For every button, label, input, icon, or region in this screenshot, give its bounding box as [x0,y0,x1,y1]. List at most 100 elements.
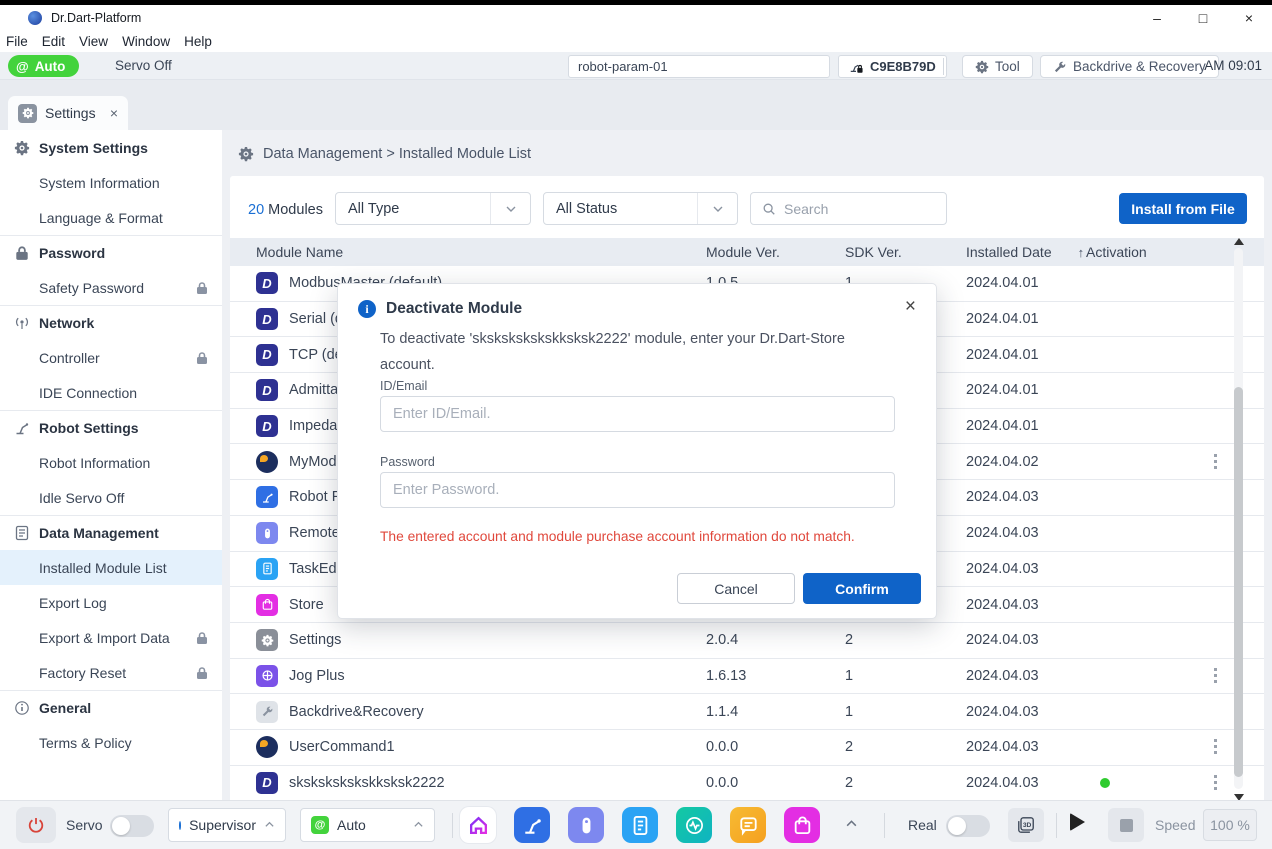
robot-icon [14,420,30,436]
confirm-button[interactable]: Confirm [803,573,921,604]
table-scrollbar[interactable] [1232,238,1245,801]
sidebar-section-general[interactable]: General [0,690,222,725]
message-icon[interactable] [730,807,766,843]
sdk-version: 2 [845,632,966,648]
sidebar-item-label: Idle Servo Off [39,490,124,506]
robot-id-badge[interactable]: C9E8B79D [838,55,947,78]
sidebar-item-terms-policy[interactable]: Terms & Policy [0,725,222,760]
sidebar-item-system-information[interactable]: System Information [0,165,222,200]
sidebar-item-factory-reset[interactable]: Factory Reset [0,655,222,690]
menu-view[interactable]: View [79,34,108,49]
installed-date: 2024.04.01 [966,382,1086,398]
status-filter-dropdown[interactable]: All Status [543,192,738,225]
mode-dropdown[interactable]: @ Auto [300,808,435,842]
module-name: Jog Plus [289,668,345,684]
dialog-close-icon[interactable]: × [905,296,916,318]
module-d-icon: D [256,415,278,437]
scrollbar-thumb[interactable] [1234,387,1243,777]
monitoring-icon[interactable] [676,807,712,843]
sidebar-item-robot-information[interactable]: Robot Information [0,445,222,480]
password-field[interactable] [380,472,895,508]
sidebar-item-label: Language & Format [39,210,163,226]
installed-date: 2024.04.03 [966,525,1086,541]
status-toolbar: @ Auto Servo Off C9E8B79D Tool Backdrive… [0,52,1272,80]
menu-edit[interactable]: Edit [42,34,65,49]
lock-icon [196,351,208,365]
module-jog-icon [256,665,278,687]
backdrive-recovery-button[interactable]: Backdrive & Recovery [1040,55,1219,78]
sidebar-item-language-format[interactable]: Language & Format [0,200,222,235]
table-row[interactable]: Settings2.0.422024.04.03 [230,623,1264,659]
menu-file[interactable]: File [6,34,28,49]
sort-ascending-icon[interactable]: ↑ [1078,245,1085,260]
close-button[interactable]: × [1226,10,1272,26]
servo-toggle[interactable] [110,815,154,837]
tool-button[interactable]: Tool [962,55,1033,78]
gear-icon [14,140,30,156]
store-icon[interactable] [784,807,820,843]
speed-value-box[interactable]: 100 % [1203,809,1257,841]
tool-button-label: Tool [995,59,1020,74]
taskbar-divider [884,813,885,838]
tab-settings[interactable]: Settings × [8,96,128,130]
settings-tab-gear-icon [18,104,37,123]
real-toggle[interactable] [946,815,990,837]
install-from-file-button[interactable]: Install from File [1119,193,1247,224]
remote-control-icon[interactable] [568,807,604,843]
sidebar-item-label: Export Log [39,595,107,611]
robot-param-input[interactable] [568,55,830,78]
home-icon[interactable] [460,807,496,843]
installed-date: 2024.04.03 [966,704,1086,720]
search-box[interactable] [750,192,947,225]
sidebar-item-export-log[interactable]: Export Log [0,585,222,620]
sidebar-section-network[interactable]: Network [0,305,222,340]
power-button[interactable] [16,807,56,843]
stop-button[interactable] [1108,808,1144,842]
col-installed-date[interactable]: Installed Date↑ [966,244,1086,260]
sidebar-item-safety-password[interactable]: Safety Password [0,270,222,305]
installed-date: 2024.04.03 [966,632,1086,648]
sidebar-section-system-settings[interactable]: System Settings [0,130,222,165]
tab-close-icon[interactable]: × [110,105,118,121]
menu-window[interactable]: Window [122,34,170,49]
robot-icon[interactable] [514,807,550,843]
sidebar-section-password[interactable]: Password [0,235,222,270]
scroll-up-arrow-icon[interactable] [1234,238,1244,245]
table-row[interactable]: Jog Plus1.6.1312024.04.03 [230,659,1264,695]
cancel-button[interactable]: Cancel [677,573,795,604]
role-dropdown[interactable]: Supervisor [168,808,286,842]
sidebar-item-controller[interactable]: Controller [0,340,222,375]
row-menu-cell [1186,454,1264,470]
dialog-body-text: To deactivate 'skskskskskskksksk2222' mo… [380,326,878,378]
sdk-version: 1 [845,704,966,720]
sidebar-section-data-management[interactable]: Data Management [0,515,222,550]
table-row[interactable]: Dskskskskskskksksk22220.0.022024.04.03 [230,766,1264,802]
sidebar-item-label: Controller [39,350,100,366]
module-count: 20 Modules [248,202,323,218]
dock-collapse-chevron-icon[interactable] [845,817,858,835]
play-button[interactable] [1070,813,1085,831]
module-name: Settings [289,632,341,648]
3d-view-button[interactable]: 3D [1008,808,1044,842]
sidebar-section-label: Password [39,245,105,261]
task-editor-icon[interactable] [622,807,658,843]
sidebar-item-ide-connection[interactable]: IDE Connection [0,375,222,410]
module-d-icon: D [256,344,278,366]
maximize-button[interactable]: □ [1180,10,1226,26]
id-email-field[interactable] [380,396,895,432]
module-version: 1.1.4 [706,704,845,720]
auto-mode-badge[interactable]: @ Auto [8,55,79,77]
module-d-icon: D [256,272,278,294]
module-settings-icon [256,629,278,651]
module-version: 1.6.13 [706,668,845,684]
search-input[interactable] [784,201,924,217]
sidebar-item-installed-module-list[interactable]: Installed Module List [0,550,222,585]
type-filter-dropdown[interactable]: All Type [335,192,531,225]
table-row[interactable]: Backdrive&Recovery1.1.412024.04.03 [230,694,1264,730]
minimize-button[interactable]: – [1134,10,1180,26]
table-row[interactable]: UserCommand10.0.022024.04.03 [230,730,1264,766]
sidebar-item-export-import-data[interactable]: Export & Import Data [0,620,222,655]
menu-help[interactable]: Help [184,34,212,49]
sidebar-item-idle-servo-off[interactable]: Idle Servo Off [0,480,222,515]
sidebar-section-robot-settings[interactable]: Robot Settings [0,410,222,445]
